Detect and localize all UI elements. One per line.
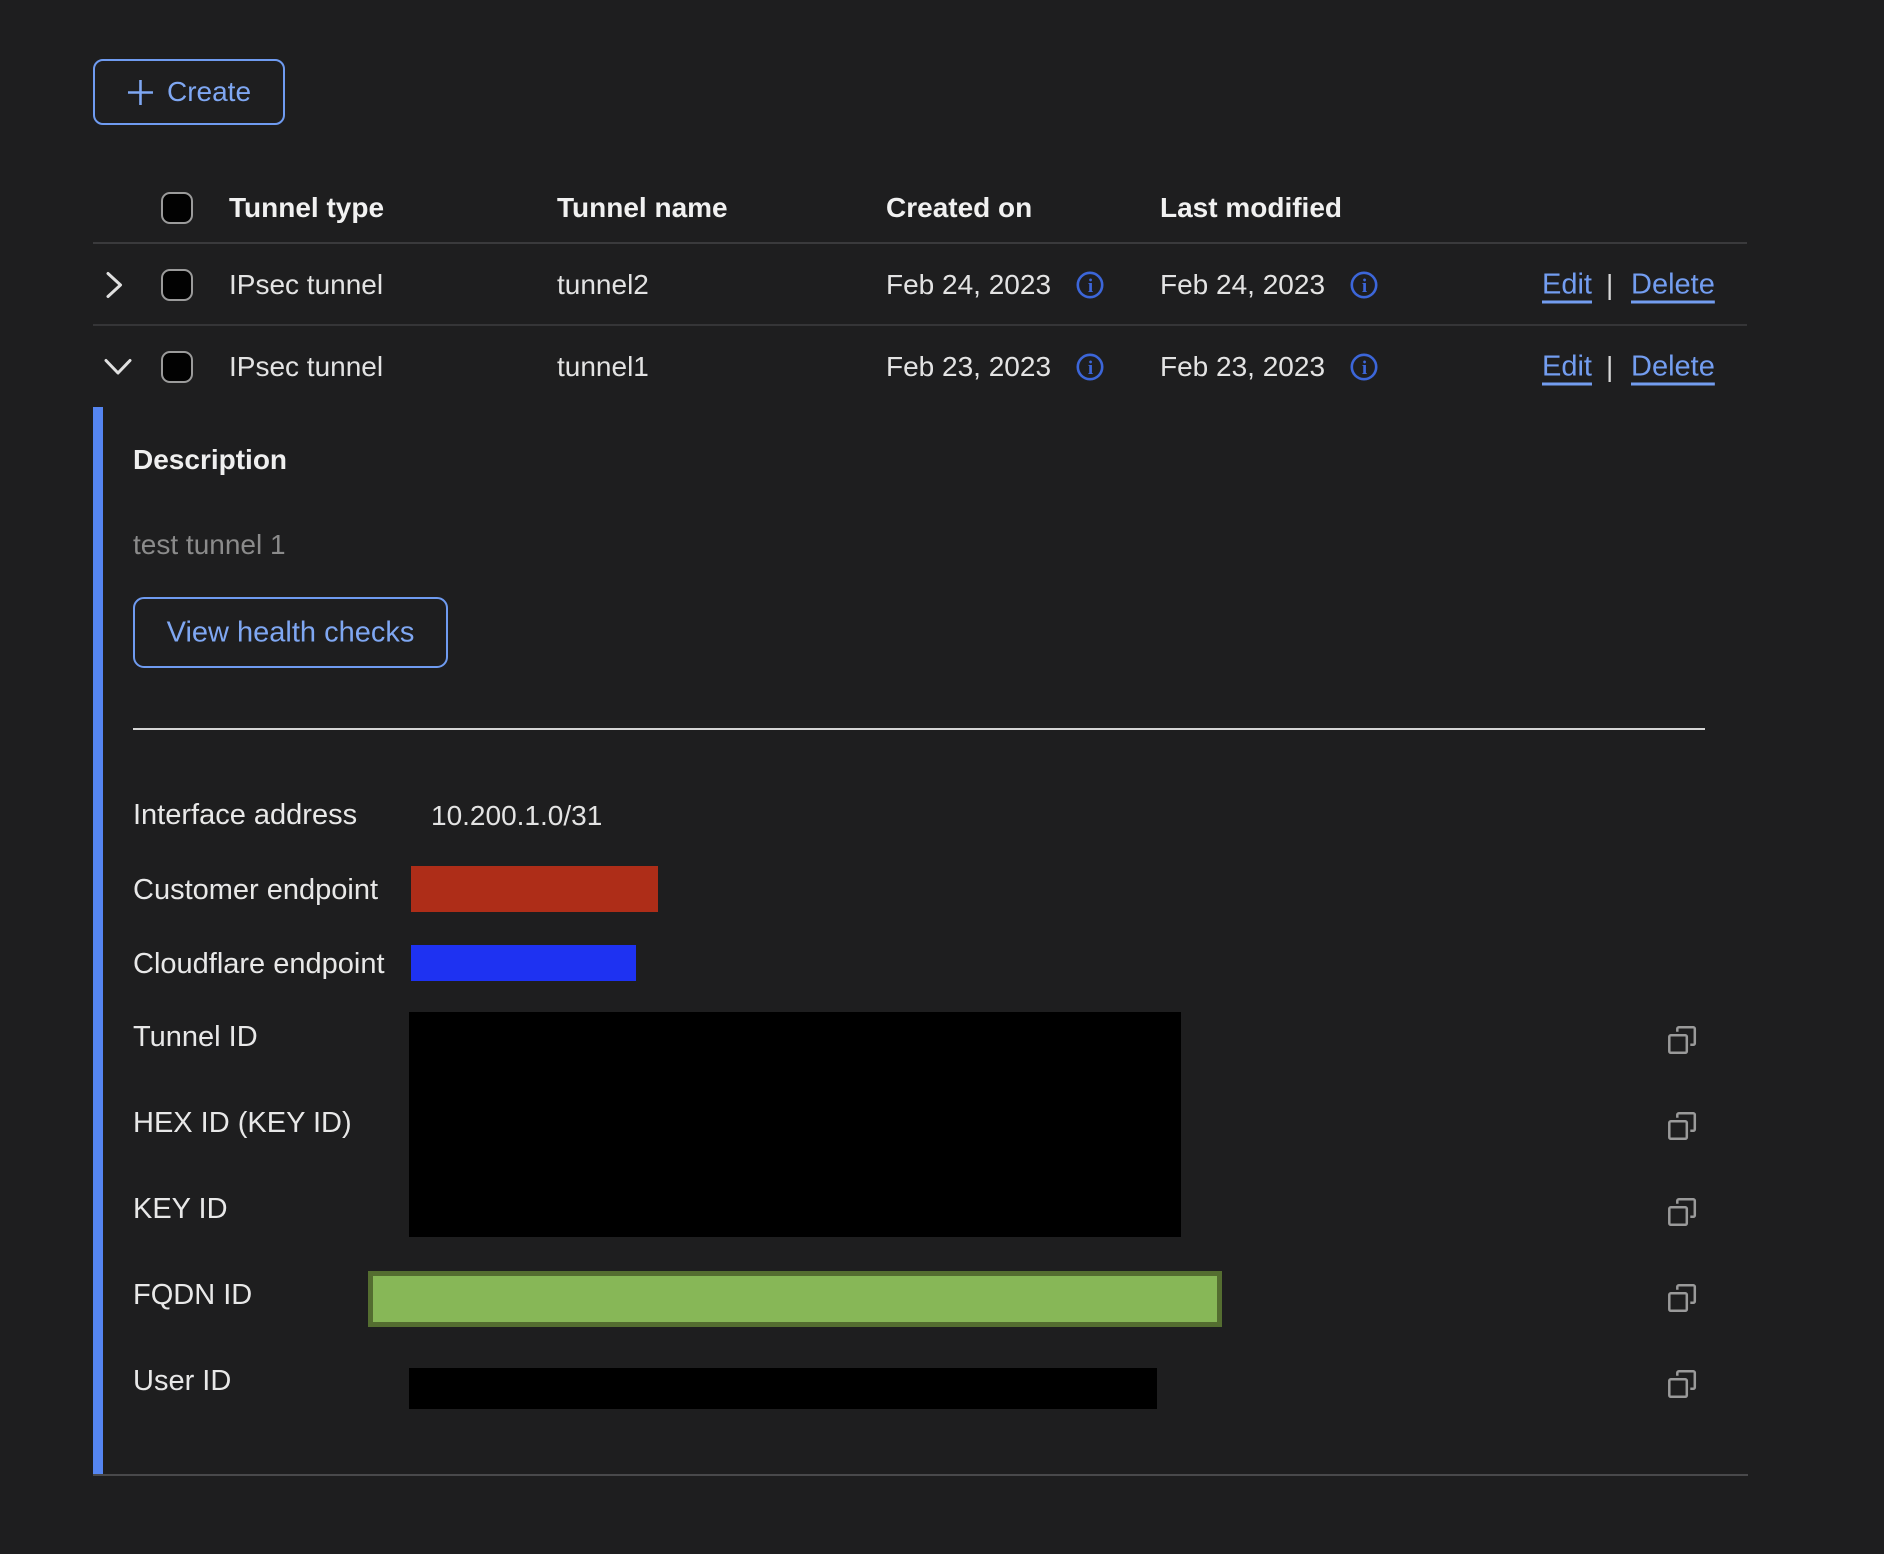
svg-text:i: i	[1362, 358, 1367, 379]
svg-text:i: i	[1088, 358, 1093, 379]
svg-text:i: i	[1088, 276, 1093, 297]
svg-text:i: i	[1362, 276, 1367, 297]
